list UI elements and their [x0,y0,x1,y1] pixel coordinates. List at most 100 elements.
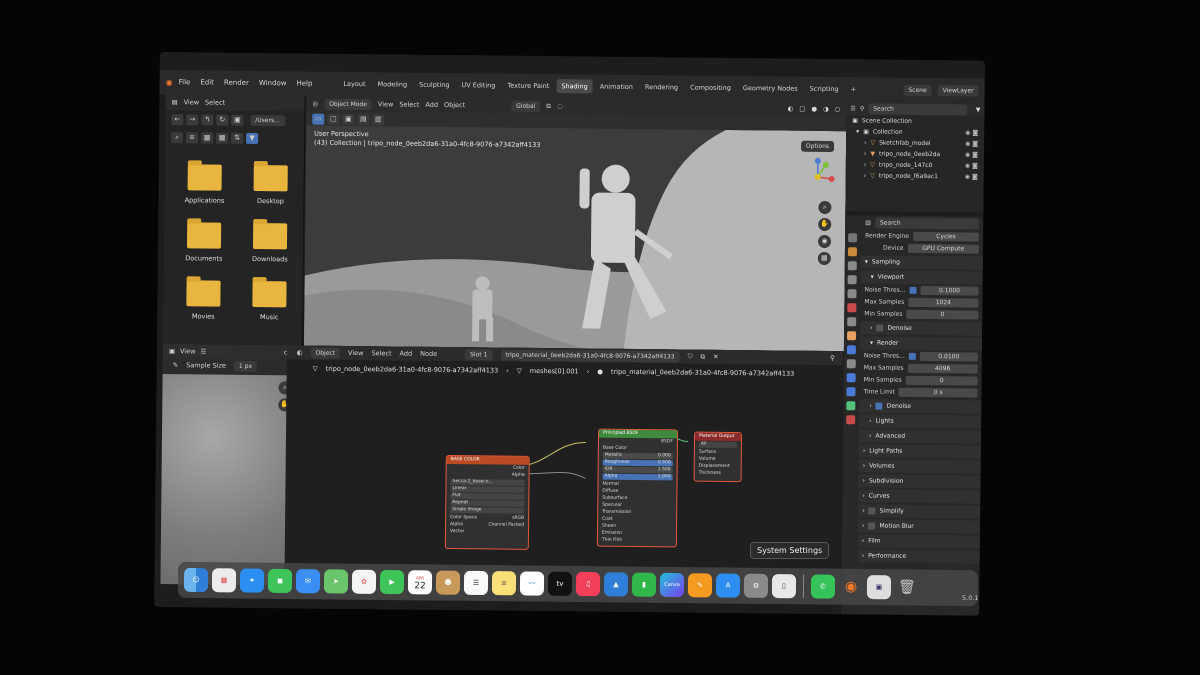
outliner-row[interactable]: › ▽ tripo_node_f6a9ac1 ◉ ◙ [846,170,984,182]
menu-edit[interactable]: Edit [200,78,214,86]
roughness-slider[interactable]: Roughness 0.500 [602,459,673,467]
ie-menu-view[interactable]: View [180,347,196,355]
visibility-eye-icon[interactable]: ◉ ◙ [965,140,978,147]
data-tab-icon[interactable] [845,401,855,411]
material-tab-icon[interactable] [845,415,855,425]
tab-geometry-nodes[interactable]: Geometry Nodes [738,81,803,96]
duplicate-material-icon[interactable]: ⧉ [700,352,705,361]
world-tab-icon[interactable] [846,303,856,313]
folder-desktop[interactable]: Desktop [240,164,300,206]
sort-icon[interactable]: ⇅ [231,132,244,144]
render-tab-icon[interactable] [847,247,857,257]
extension-select[interactable]: Repeat [450,500,525,507]
image-canvas[interactable] [160,374,291,586]
editor-type-icon[interactable]: ◎ [312,100,318,108]
properties-search-input[interactable]: Search [874,216,980,230]
iphone-mirroring-icon[interactable]: ▯ [771,574,797,599]
blender-icon[interactable]: ◉ [839,575,863,599]
overlays-icon[interactable]: ◐ [788,105,794,113]
section-simplify[interactable]: › Simplify [858,504,981,519]
filter-icon[interactable]: ⚲ [860,105,864,112]
add-workspace-button[interactable]: + [845,82,861,96]
image-selector[interactable]: hecca-2_baseco... [450,479,525,486]
vp-max-samples-field[interactable]: 1024 [908,297,979,308]
select-box-icon[interactable]: ▭ [312,113,325,125]
folder-documents[interactable]: Documents [174,222,234,263]
select-mode-1-icon[interactable]: ▢ [327,113,340,125]
view-list-icon[interactable]: ≡ [186,131,199,143]
visibility-eye-icon[interactable]: ◉ ◙ [965,162,978,169]
subsection-viewport[interactable]: ▾ Viewport [860,270,983,285]
tab-compositing[interactable]: Compositing [685,81,736,96]
visibility-eye-icon[interactable]: ◉ ◙ [965,129,978,136]
funnel-icon[interactable]: ▼ [976,106,981,113]
camera-view-icon[interactable]: ◉ [817,234,832,249]
vp-menu-view[interactable]: View [378,100,394,108]
messages-icon[interactable]: ◼ [267,568,293,594]
section-subdivision[interactable]: › Subdivision [858,474,981,489]
preview-icon[interactable]: ▣ [866,575,892,600]
finder-icon[interactable]: ☺ [183,567,209,593]
fb-menu-select[interactable]: Select [205,98,225,106]
device-select[interactable]: GPU Compute [907,243,980,254]
subsection-denoise-viewport[interactable]: › Denoise [860,321,983,336]
eyedropper-icon[interactable]: ✎ [173,361,179,369]
tv-icon[interactable]: tv [547,571,573,596]
object-tab-icon[interactable] [846,331,856,341]
visibility-eye-icon[interactable]: ◉ ◙ [965,151,978,158]
menu-window[interactable]: Window [259,79,287,87]
snap-icon[interactable]: ⧉ [546,102,551,111]
view-layer-tab-icon[interactable] [847,275,857,285]
motion-blur-checkbox[interactable] [868,522,876,530]
system-settings-icon[interactable]: ⚙ [743,573,769,598]
sample-size-field[interactable]: 1 px [233,360,258,372]
tab-texture-paint[interactable]: Texture Paint [502,79,554,94]
refresh-icon[interactable]: ↻ [216,114,229,126]
vp-menu-object[interactable]: Object [444,101,465,109]
shading-material-icon[interactable]: ◑ [823,105,829,113]
tab-sculpting[interactable]: Sculpting [414,78,455,92]
fb-menu-view[interactable]: View [184,98,200,106]
expand-arrow-icon[interactable]: › [864,139,866,146]
r-noise-field[interactable]: 0.0100 [919,351,978,362]
tab-layout[interactable]: Layout [338,77,370,91]
view-grid-icon[interactable]: ▦ [201,131,214,144]
denoise-vp-checkbox[interactable] [876,324,884,332]
source-select[interactable]: Single Image [450,507,525,514]
facetime-icon[interactable]: ▶ [379,569,405,595]
parent-dir-icon[interactable]: ↰ [201,113,214,126]
options-button[interactable]: Options [800,140,835,153]
folder-music[interactable]: Music [239,280,299,322]
projection-select[interactable]: Flat [450,493,525,500]
slot-selector[interactable]: Slot 1 [465,348,493,360]
vp-noise-checkbox[interactable] [909,286,917,294]
constraints-tab-icon[interactable] [845,387,856,397]
keynote-icon[interactable]: ▲ [603,572,629,597]
proportional-icon[interactable]: ◌ [557,102,563,110]
canva-icon[interactable]: Canva [659,572,685,598]
metallic-slider[interactable]: Metallic 0.000 [602,452,673,460]
trash-icon[interactable]: 🗑 [895,575,919,599]
scene-tab-icon[interactable] [846,289,857,299]
material-output-node[interactable]: Material Output All Surface Volume Displ… [693,431,743,483]
collection-tab-icon[interactable] [846,317,856,327]
forward-arrow-icon[interactable]: → [186,113,199,125]
section-performance[interactable]: › Performance [857,549,980,564]
pages-icon[interactable]: ✎ [687,573,713,598]
output-target-select[interactable]: All [698,441,737,449]
ior-slider[interactable]: IOR 1.500 [602,466,673,474]
section-sampling[interactable]: ▾ Sampling [860,255,983,270]
menu-file[interactable]: File [179,78,191,86]
unlink-material-icon[interactable]: ✕ [713,353,719,361]
ne-menu-select[interactable]: Select [371,349,391,357]
search-icon[interactable]: ⌕ [171,131,184,143]
section-motion-blur[interactable]: › Motion Blur [858,519,981,534]
material-selector[interactable]: tripo_material_0eeb2da6-31a0-4fc8-9076-a… [500,349,680,362]
tab-rendering[interactable]: Rendering [640,80,683,94]
zoom-icon[interactable]: ⌕ [818,200,832,215]
launchpad-icon[interactable]: ▦ [211,568,237,593]
subsection-lights[interactable]: › Lights [859,414,982,429]
grid-view-icon[interactable]: ▦ [817,251,831,266]
fake-user-shield-icon[interactable]: ⛉ [688,352,693,361]
section-film[interactable]: › Film [857,534,980,549]
